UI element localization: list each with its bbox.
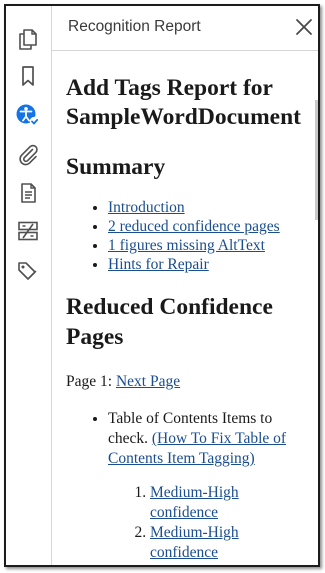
accessibility-checker-icon[interactable] xyxy=(15,102,41,128)
close-button[interactable] xyxy=(292,15,316,39)
report-content: Add Tags Report for SampleWordDocument S… xyxy=(66,50,318,565)
confidence-link-2[interactable]: Medium-High confidence xyxy=(150,524,239,561)
bookmark-icon[interactable] xyxy=(15,63,41,89)
navigation-toolbar xyxy=(6,6,52,565)
reading-order-icon[interactable] xyxy=(15,218,41,244)
reduced-confidence-heading: Reduced Confidence Pages xyxy=(66,294,273,350)
report-title: Add Tags Report for SampleWordDocument xyxy=(66,74,318,132)
reduced-confidence-link[interactable]: 2 reduced confidence pages xyxy=(108,218,280,235)
summary-list: Introduction 2 reduced confidence pages … xyxy=(66,198,318,274)
panel-title: Recognition Report xyxy=(68,18,201,35)
scrollbar-thumb[interactable] xyxy=(315,100,318,220)
list-item: 1 figures missing AltText xyxy=(108,236,318,255)
list-item: 2 reduced confidence pages xyxy=(108,217,318,236)
list-item: Table of Contents Items to check. (How T… xyxy=(108,409,308,469)
close-icon xyxy=(296,19,312,35)
next-page-link[interactable]: Next Page xyxy=(116,373,180,390)
report-title-line2: SampleWordDocument xyxy=(66,104,301,130)
pages-icon[interactable] xyxy=(15,26,41,52)
scrollbar[interactable] xyxy=(314,50,318,565)
page-label: Page 1: xyxy=(66,373,116,390)
panel-header: Recognition Report xyxy=(52,6,318,51)
list-item: Hints for Repair xyxy=(108,255,318,274)
attachment-icon[interactable] xyxy=(15,142,41,168)
document-properties-icon[interactable] xyxy=(15,180,41,206)
summary-heading: Summary xyxy=(66,154,166,180)
window-frame: Recognition Report Add Tags Report for S… xyxy=(4,4,320,567)
introduction-link[interactable]: Introduction xyxy=(108,199,185,216)
page-line: Page 1: Next Page xyxy=(66,372,318,391)
confidence-list: Medium-High confidence Medium-High confi… xyxy=(66,483,270,563)
issue-list: Table of Contents Items to check. (How T… xyxy=(66,409,308,469)
list-item: Introduction xyxy=(108,198,318,217)
missing-alttext-link[interactable]: 1 figures missing AltText xyxy=(108,237,265,254)
list-item: Medium-High confidence xyxy=(150,523,270,563)
confidence-link-1[interactable]: Medium-High confidence xyxy=(150,484,239,521)
recognition-report-panel: Recognition Report Add Tags Report for S… xyxy=(52,6,318,565)
tags-icon[interactable] xyxy=(15,258,41,284)
list-item: Medium-High confidence xyxy=(150,483,270,523)
report-title-line1: Add Tags Report for xyxy=(66,75,273,101)
hints-for-repair-link[interactable]: Hints for Repair xyxy=(108,256,209,273)
